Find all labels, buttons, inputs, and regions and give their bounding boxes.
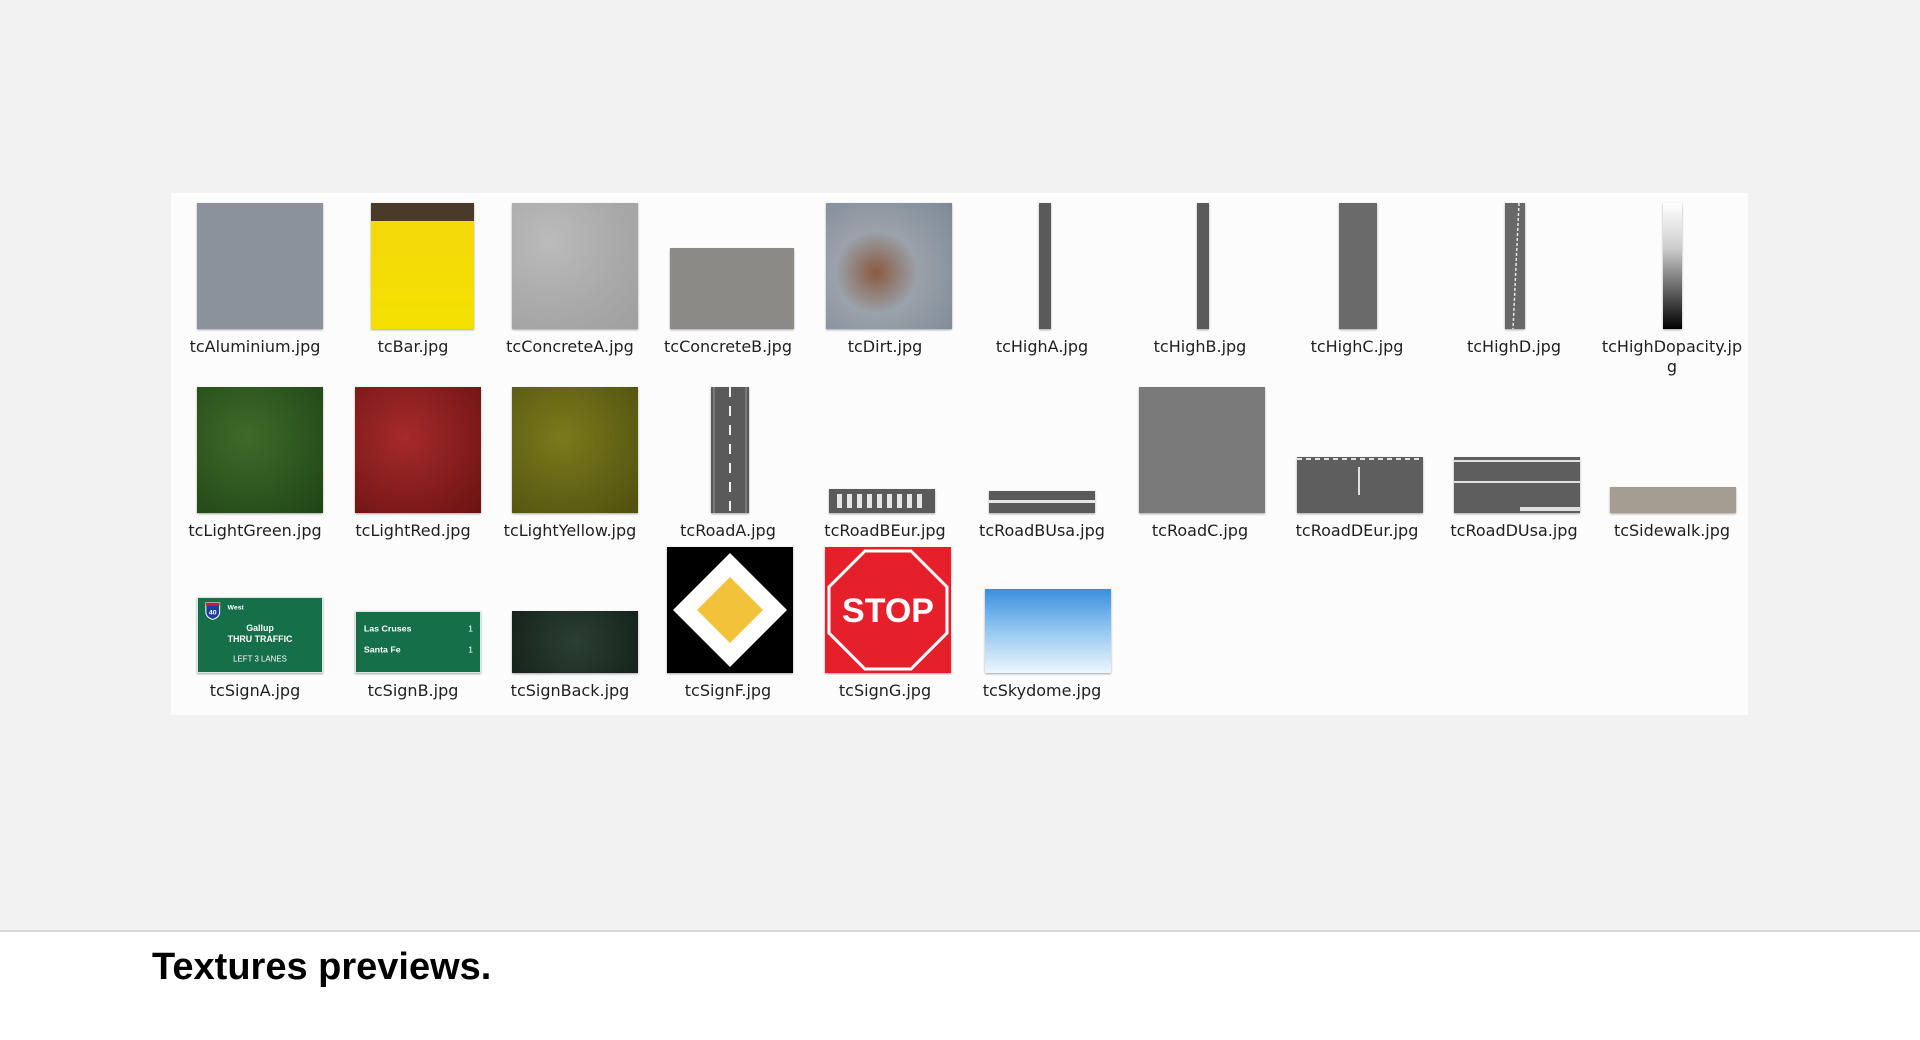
file-item-tcskydome[interactable]: tcSkydome.jpg	[967, 547, 1117, 700]
texture-thumbnail	[1039, 203, 1051, 329]
file-name: tcConcreteB.jpg	[664, 337, 792, 356]
sign-b-row2-city: Santa Fe	[364, 645, 401, 655]
texture-thumbnail	[829, 489, 935, 513]
file-name: tcHighA.jpg	[995, 337, 1089, 356]
texture-thumbnail	[1505, 203, 1525, 329]
file-item-tcbar[interactable]: tcBar.jpg	[338, 203, 488, 356]
texture-thumbnail	[985, 589, 1111, 673]
file-item-tcroadc[interactable]: tcRoadC.jpg	[1125, 387, 1275, 540]
texture-thumbnail	[1339, 203, 1377, 329]
file-item-tchighd[interactable]: tcHighD.jpg	[1439, 203, 1589, 356]
texture-thumbnail	[667, 547, 793, 673]
texture-thumbnail	[989, 491, 1095, 513]
texture-thumbnail	[826, 203, 952, 329]
file-name: tcRoadBUsa.jpg	[979, 521, 1105, 540]
sign-a-line2-text: THRU TRAFFIC	[228, 634, 293, 644]
texture-thumbnail	[1663, 203, 1682, 329]
file-name: tcHighD.jpg	[1466, 337, 1561, 356]
file-item-tcdirt[interactable]: tcDirt.jpg	[810, 203, 960, 356]
file-item-tclightyellow[interactable]: tcLightYellow.jpg	[495, 387, 645, 540]
file-name: tcDirt.jpg	[847, 337, 923, 356]
sign-a-line3-text: LEFT 3 LANES	[233, 654, 287, 663]
caption-area: Textures previews.	[0, 930, 1920, 1040]
file-item-tcroada[interactable]: tcRoadA.jpg	[653, 387, 803, 540]
file-item-tclightred[interactable]: tcLightRed.jpg	[338, 387, 488, 540]
texture-thumbnail: 40 West Gallup THRU TRAFFIC LEFT 3 LANES	[197, 597, 323, 673]
file-name: tcRoadDUsa.jpg	[1450, 521, 1578, 540]
page-caption: Textures previews.	[152, 946, 492, 988]
file-name: tcRoadA.jpg	[680, 521, 776, 540]
sign-a-shield-text: 40	[209, 610, 217, 617]
file-name: tcRoadC.jpg	[1151, 521, 1249, 540]
texture-thumbnail	[670, 248, 794, 329]
file-item-tchigha[interactable]: tcHighA.jpg	[967, 203, 1117, 356]
file-name: tcSidewalk.jpg	[1613, 521, 1731, 540]
file-name: tcSignF.jpg	[684, 681, 772, 700]
file-name: tcSignB.jpg	[367, 681, 459, 700]
texture-thumbnail	[1454, 457, 1580, 513]
file-item-tcsigng[interactable]: STOP tcSignG.jpg	[810, 547, 960, 700]
sign-b-row1-dist: 1	[468, 623, 473, 633]
texture-thumbnail	[371, 203, 474, 329]
texture-thumbnail: STOP	[825, 547, 951, 673]
file-item-tcroadbusa[interactable]: tcRoadBUsa.jpg	[967, 387, 1117, 540]
texture-thumbnail: Las Cruses 1 Santa Fe 1	[355, 611, 481, 673]
sign-a-direction-text: West	[228, 605, 245, 612]
texture-thumbnail	[1610, 487, 1736, 513]
texture-thumbnail	[711, 387, 749, 513]
file-item-tcsigna[interactable]: 40 West Gallup THRU TRAFFIC LEFT 3 LANES…	[180, 547, 330, 700]
sign-b-row1-city: Las Cruses	[364, 623, 412, 633]
texture-thumbnail	[1297, 457, 1423, 513]
file-item-tcsignback[interactable]: tcSignBack.jpg	[495, 547, 645, 700]
texture-thumbnail	[1197, 203, 1209, 329]
texture-thumbnail	[512, 611, 638, 673]
texture-thumbnail	[512, 387, 638, 513]
file-item-tclightgreen[interactable]: tcLightGreen.jpg	[180, 387, 330, 540]
file-name: tcHighB.jpg	[1153, 337, 1247, 356]
stop-sign-text: STOP	[842, 592, 934, 630]
file-name: tcConcreteA.jpg	[506, 337, 634, 356]
file-name: tcRoadDEur.jpg	[1295, 521, 1419, 540]
file-name: tcSignA.jpg	[209, 681, 301, 700]
texture-thumbnail	[512, 203, 638, 329]
file-name: tcRoadBEur.jpg	[824, 521, 946, 540]
file-item-tchighb[interactable]: tcHighB.jpg	[1125, 203, 1275, 356]
file-name: tcBar.jpg	[377, 337, 449, 356]
file-name: tcSignG.jpg	[838, 681, 932, 700]
sign-b-row2-dist: 1	[468, 645, 473, 655]
file-item-tchighc[interactable]: tcHighC.jpg	[1282, 203, 1432, 356]
texture-thumbnail	[1139, 387, 1265, 513]
file-item-tcconcreteb[interactable]: tcConcreteB.jpg	[653, 203, 803, 356]
file-item-tcsignf[interactable]: tcSignF.jpg	[653, 547, 803, 700]
file-thumbnail-panel: tcAluminium.jpg tcBar.jpg tcConcreteA.jp…	[171, 193, 1748, 715]
file-name: tcLightRed.jpg	[355, 521, 471, 540]
file-name: tcSkydome.jpg	[982, 681, 1102, 700]
texture-thumbnail	[197, 203, 323, 329]
file-name: tcHighDopacity.jpg	[1601, 337, 1743, 376]
file-item-tcroadbeur[interactable]: tcRoadBEur.jpg	[810, 387, 960, 540]
file-name: tcLightYellow.jpg	[503, 521, 637, 540]
file-name: tcLightGreen.jpg	[188, 521, 322, 540]
texture-thumbnail	[197, 387, 323, 513]
file-name: tcAluminium.jpg	[189, 337, 321, 356]
file-item-tcroaddusa[interactable]: tcRoadDUsa.jpg	[1439, 387, 1589, 540]
texture-thumbnail	[355, 387, 481, 513]
file-item-tcsidewalk[interactable]: tcSidewalk.jpg	[1597, 387, 1747, 540]
file-item-tcsignb[interactable]: Las Cruses 1 Santa Fe 1 tcSignB.jpg	[338, 547, 488, 700]
sign-a-city-text: Gallup	[246, 623, 274, 633]
file-name: tcSignBack.jpg	[510, 681, 630, 700]
file-item-tcaluminium[interactable]: tcAluminium.jpg	[180, 203, 330, 356]
file-name: tcHighC.jpg	[1310, 337, 1404, 356]
file-item-tchighdopacity[interactable]: tcHighDopacity.jpg	[1597, 203, 1747, 376]
file-item-tcconcretea[interactable]: tcConcreteA.jpg	[495, 203, 645, 356]
file-item-tcroaddeur[interactable]: tcRoadDEur.jpg	[1282, 387, 1432, 540]
